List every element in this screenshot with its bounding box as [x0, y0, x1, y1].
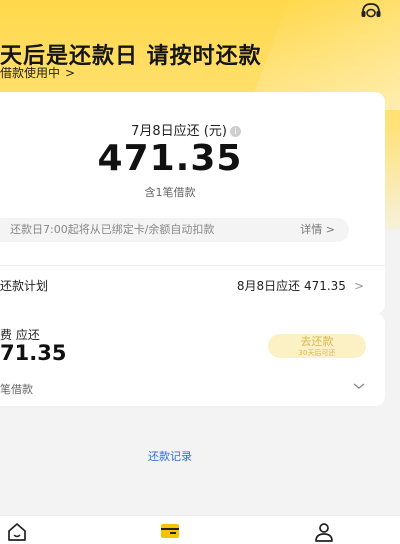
headset-icon[interactable] — [360, 2, 382, 20]
wallet-icon[interactable] — [159, 521, 181, 543]
divider — [0, 265, 385, 266]
due-date-label: 7月8日应还 (元) i — [0, 120, 372, 139]
loan-status-label: 借款使用中 — [0, 66, 61, 80]
auto-debit-notice[interactable]: 还款日7:00起将从已绑定卡/余额自动扣款 详情 > — [0, 218, 349, 242]
auto-debit-text: 还款日7:00起将从已绑定卡/余额自动扣款 — [10, 223, 215, 236]
due-amount: 471.35 — [97, 138, 243, 179]
user-icon[interactable] — [313, 521, 335, 543]
repay-button[interactable]: 去还款 30天后可还 — [268, 334, 366, 358]
chevron-right-icon: > — [353, 279, 364, 293]
notice-detail-link[interactable]: 详情 > — [300, 218, 335, 242]
home-icon[interactable] — [6, 521, 28, 543]
info-icon[interactable]: i — [229, 126, 241, 137]
repayment-plan-label[interactable]: 还款计划 — [0, 277, 48, 294]
chevron-down-icon[interactable] — [353, 382, 365, 390]
loan-status-link[interactable]: 借款使用中 > — [0, 64, 75, 81]
chevron-right-icon: > — [65, 66, 76, 80]
repayment-plan-info[interactable]: 8月8日应还 471.35 > — [237, 277, 364, 294]
loan-count-text: 含1笔借款 — [144, 186, 196, 199]
loan-sub-label: 笔借款 — [0, 383, 33, 396]
fee-due-amount: 71.35 — [0, 341, 67, 365]
repay-button-sub: 30天后可还 — [298, 349, 336, 357]
bottom-tab-bar — [0, 515, 400, 544]
repay-button-label: 去还款 — [300, 335, 334, 348]
repayment-records-link[interactable]: 还款记录 — [0, 448, 340, 464]
